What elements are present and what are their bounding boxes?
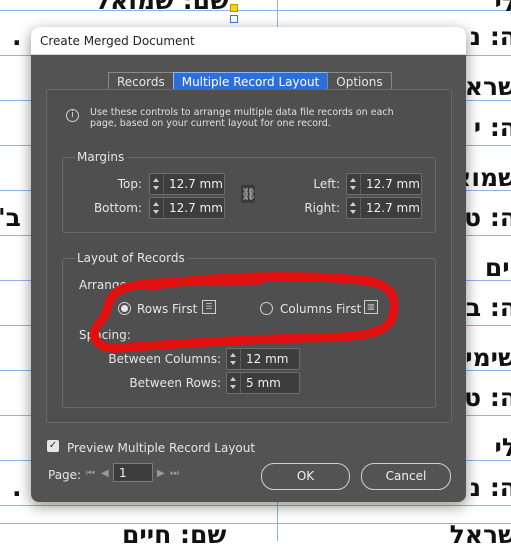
link-margins-icon[interactable]: ⛓ (241, 185, 255, 203)
top-label: Top: (92, 177, 142, 191)
bg-label-text: ה: ט (464, 203, 511, 232)
bg-label-text: . (12, 22, 22, 51)
between-columns-field[interactable]: 12 mm (226, 348, 300, 370)
bg-label-text: ה: ב (466, 293, 511, 322)
left-margin-field[interactable]: 12.7 mm (346, 173, 422, 195)
bg-label-text: ב' (0, 203, 21, 232)
next-page-icon[interactable]: ▶ (157, 468, 165, 479)
bottom-margin-field[interactable]: 12.7 mm (149, 197, 225, 219)
top-margin-field[interactable]: 12.7 mm (149, 173, 225, 195)
title-bar[interactable]: Create Merged Document (31, 27, 466, 55)
right-label: Right: (290, 201, 340, 215)
between-rows-label: Between Rows: (100, 376, 221, 390)
first-page-icon[interactable]: ⏮ (86, 468, 95, 479)
top-margin-value: 12.7 mm (164, 177, 223, 191)
page-label: Page: (48, 468, 81, 482)
bg-label-text: שם: שמואל (95, 0, 229, 15)
stepper-arrows[interactable] (347, 174, 361, 194)
right-margin-field[interactable]: 12.7 mm (346, 197, 422, 219)
preview-label[interactable]: Preview Multiple Record Layout (67, 441, 255, 455)
bg-label-text: ה: י (474, 113, 511, 142)
stepper-arrows[interactable] (347, 198, 361, 218)
guide-line (0, 523, 511, 524)
bg-label-text: לי (495, 433, 511, 462)
preview-checkbox[interactable]: ✓ (47, 440, 59, 452)
spacing-label: Spacing: (79, 328, 131, 342)
bg-label-text: שימי (465, 343, 511, 372)
arrange-label: Arrange: (79, 278, 131, 292)
bottom-margin-value: 12.7 mm (164, 201, 223, 215)
ok-button[interactable]: OK (261, 463, 350, 490)
between-columns-value: 12 mm (241, 352, 288, 366)
cancel-button[interactable]: Cancel (361, 463, 451, 490)
dialog-title: Create Merged Document (40, 34, 195, 48)
guide-line (0, 10, 511, 11)
between-columns-label: Between Columns: (100, 352, 221, 366)
bg-label-text: יים (485, 253, 511, 282)
rows-first-label[interactable]: Rows First (137, 302, 197, 316)
bg-label-text: ה: נ (470, 22, 511, 51)
columns-first-radio[interactable] (260, 302, 273, 315)
margins-title: Margins (75, 150, 126, 164)
stepper-arrows[interactable] (150, 198, 164, 218)
info-icon: i (66, 109, 79, 122)
left-margin-value: 12.7 mm (361, 177, 420, 191)
bg-label-text: שם: חיים (122, 520, 226, 549)
bg-label-text: ה: נ (470, 473, 511, 502)
left-label: Left: (290, 177, 340, 191)
selection-handle (230, 4, 238, 12)
selection-handle (230, 15, 238, 23)
bg-label-text: לי (495, 0, 511, 17)
rows-first-radio[interactable] (118, 302, 131, 315)
bg-label-text: שראל (450, 520, 511, 549)
bottom-label: Bottom: (92, 201, 142, 215)
right-margin-value: 12.7 mm (361, 201, 420, 215)
info-text: Use these controls to arrange multiple d… (90, 107, 420, 129)
stepper-arrows[interactable] (150, 174, 164, 194)
stepper-arrows[interactable] (227, 373, 241, 393)
stepper-arrows[interactable] (227, 349, 241, 369)
prev-page-icon[interactable]: ◀ (101, 468, 109, 479)
bg-label-text: ה: ט (464, 383, 511, 412)
columns-first-icon: ▥ (364, 300, 378, 314)
columns-first-label[interactable]: Columns First (280, 302, 361, 316)
rows-first-icon: ☰ (202, 300, 216, 314)
guide-line (0, 505, 511, 506)
layout-of-records-title: Layout of Records (75, 251, 187, 265)
between-rows-field[interactable]: 5 mm (226, 372, 300, 394)
bg-label-text: . (12, 473, 22, 502)
last-page-icon[interactable]: ⏭ (170, 468, 179, 479)
page-number-field[interactable]: 1 (113, 463, 153, 482)
between-rows-value: 5 mm (241, 376, 281, 390)
